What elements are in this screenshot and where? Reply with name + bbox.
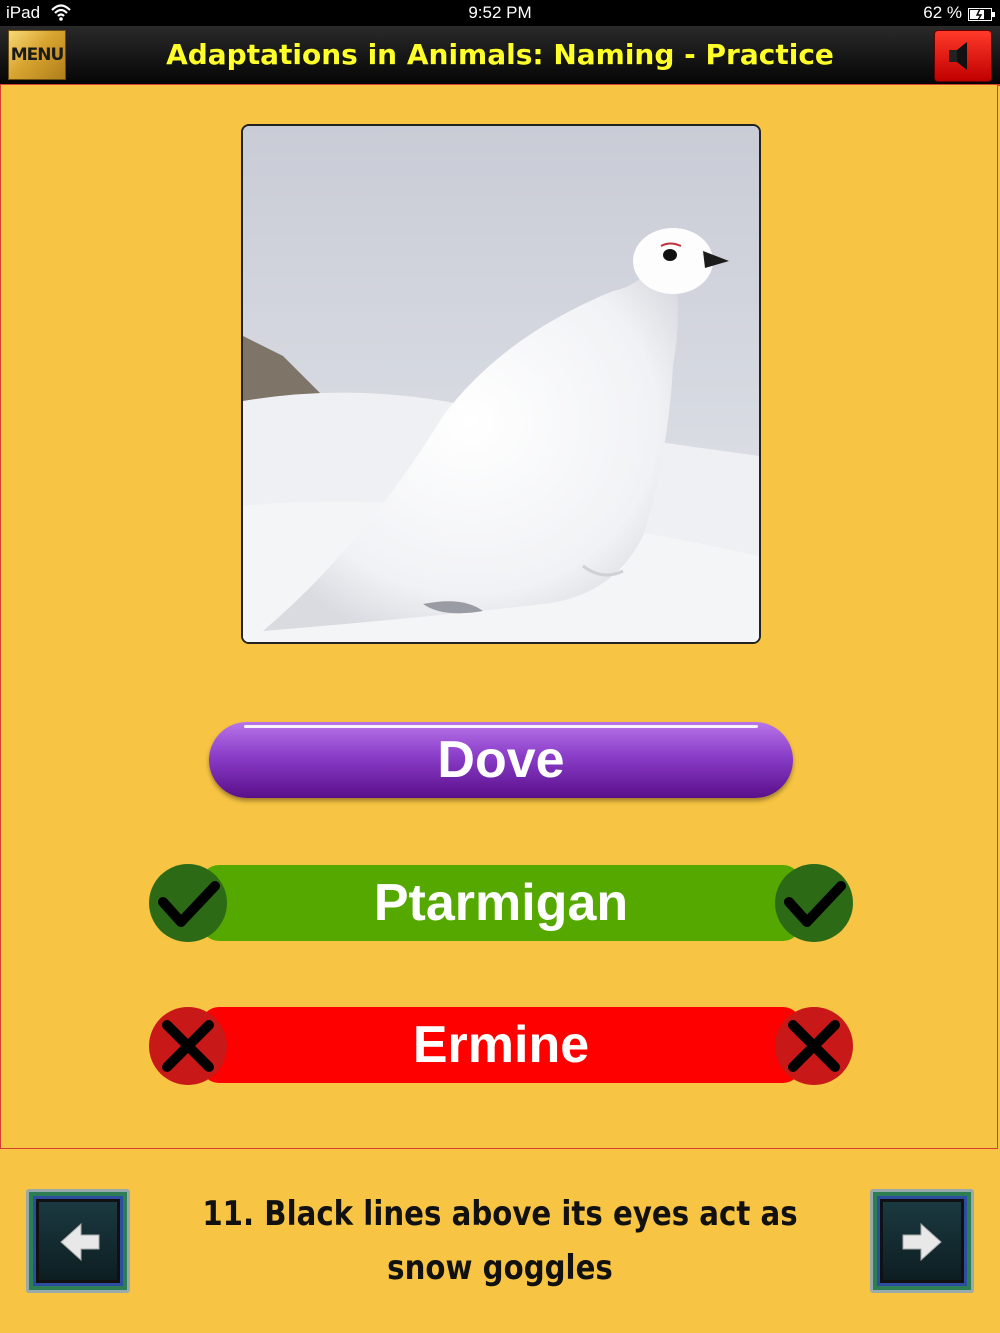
clue-line-1: 11. Black lines above its eyes act as [202,1194,798,1234]
answer-label: Dove [437,731,565,789]
answer-label: Ermine [412,1016,590,1074]
clue-text: 11. Black lines above its eyes act as sn… [199,1187,801,1295]
sound-toggle-button[interactable] [934,30,992,82]
clue-bar: 11. Black lines above its eyes act as sn… [0,1151,1000,1333]
menu-button[interactable]: MENU [8,30,66,80]
clock: 9:52 PM [468,3,532,22]
x-icon [149,1007,227,1085]
battery-percentage: 62 % [923,3,962,22]
x-icon [775,1007,853,1085]
title-bar: MENU Adaptations in Animals: Naming - Pr… [0,26,1000,86]
checkmark-icon [149,864,227,942]
answer-option-ermine[interactable]: Ermine [201,1007,801,1083]
previous-button[interactable] [26,1189,130,1293]
page-title: Adaptations in Animals: Naming - Practic… [166,38,834,71]
answer-option-ptarmigan[interactable]: Ptarmigan [201,865,801,941]
speaker-muted-icon [935,42,991,85]
checkmark-icon [775,864,853,942]
status-bar: iPad 9:52 PM 62 % [0,0,1000,26]
button-gloss [244,725,758,728]
battery-icon [968,6,995,21]
answer-option-dove[interactable]: Dove [209,722,793,798]
next-button[interactable] [870,1189,974,1293]
clue-line-2: snow goggles [387,1248,613,1288]
animal-photo [241,124,761,644]
question-panel: Dove Ptarmigan Ermine [0,84,998,1149]
answer-label: Ptarmigan [373,874,629,932]
